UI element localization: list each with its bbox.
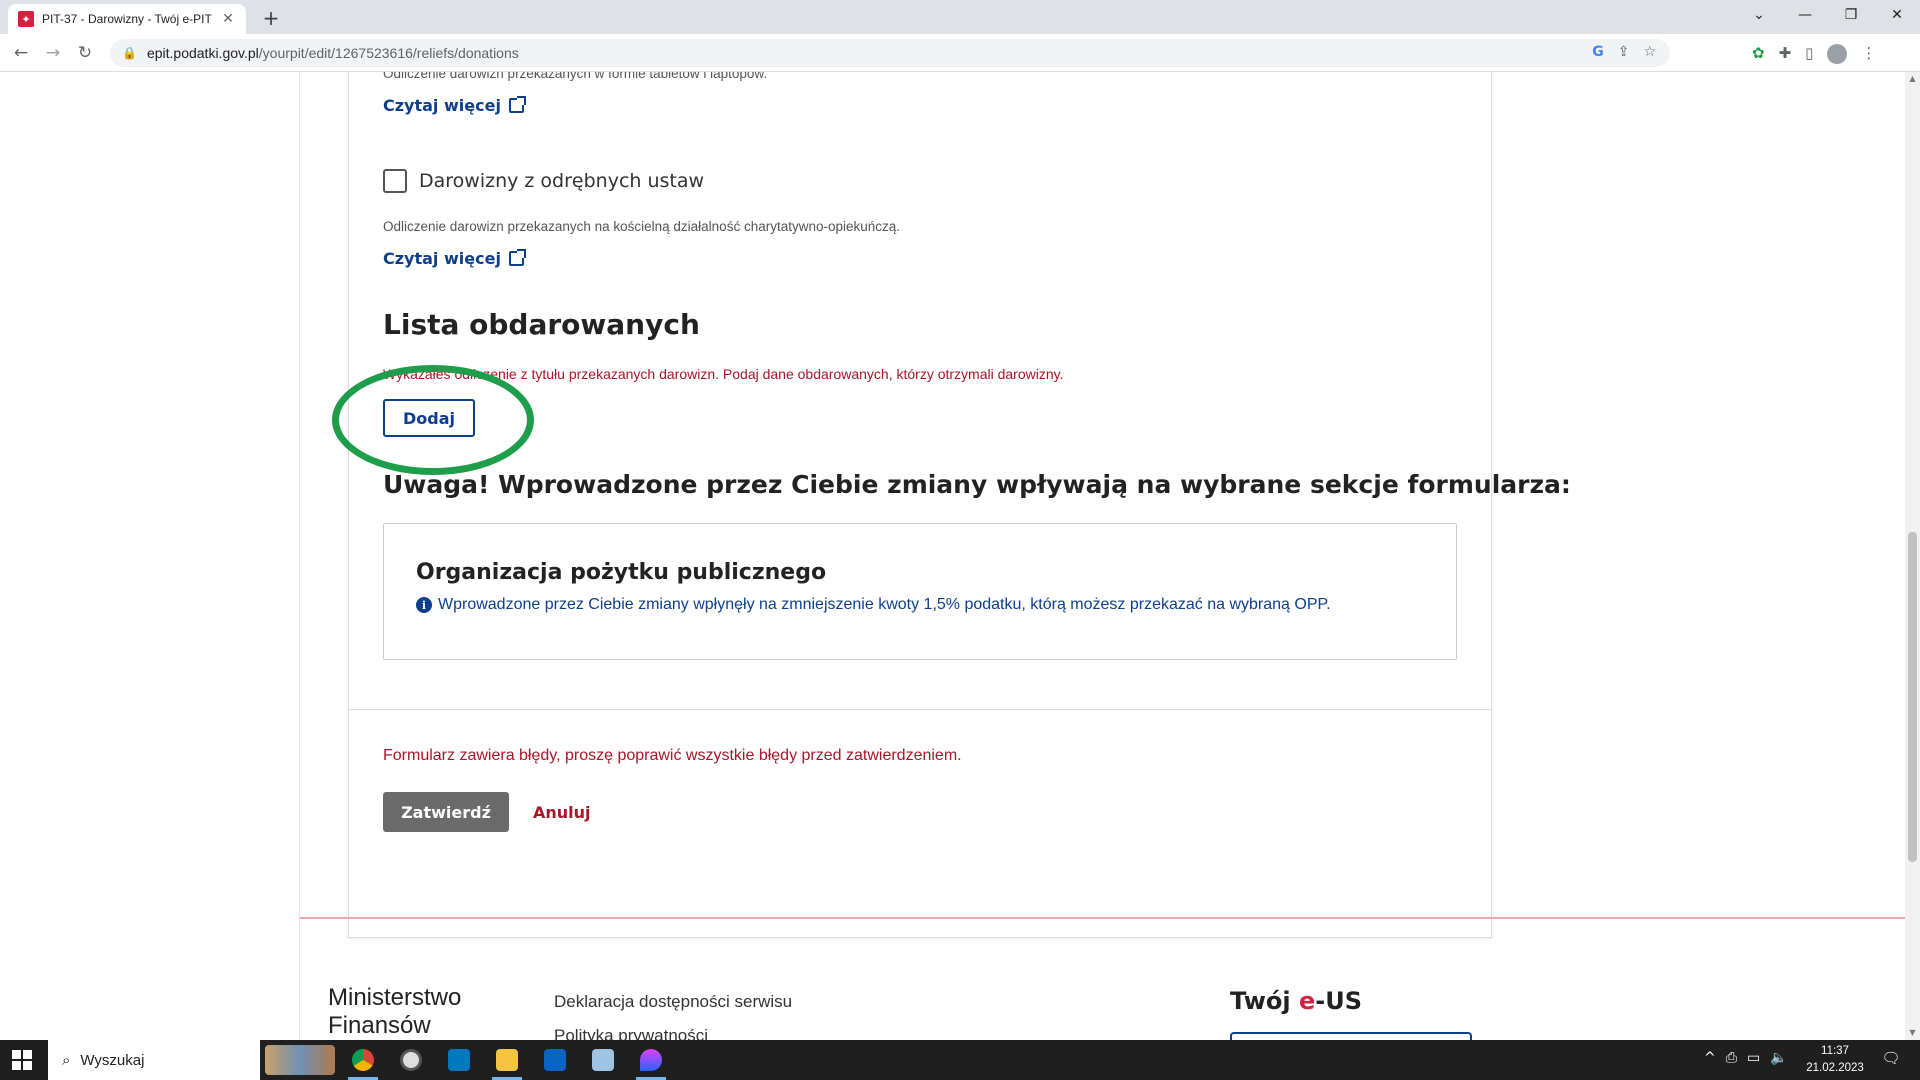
- footer-accessibility-link[interactable]: Deklaracja dostępności serwisu: [554, 992, 792, 1012]
- menu-kebab-icon[interactable]: ⋮: [1861, 44, 1876, 64]
- tray-device-icon[interactable]: ⎙: [1726, 1050, 1737, 1066]
- side-panel-icon[interactable]: ▯: [1805, 44, 1813, 64]
- form-card: [348, 72, 1492, 938]
- taskbar-search-text: Wyszukaj: [80, 1051, 145, 1069]
- volume-icon[interactable]: 🔈: [1770, 1050, 1787, 1066]
- prev-description: Odliczenie darowizn przekazanych w formi…: [383, 72, 768, 81]
- minimize-button[interactable]: —: [1782, 0, 1828, 30]
- tab-title: PIT-37 - Darowizny - Twój e-PIT: [42, 12, 212, 26]
- back-icon[interactable]: ←: [8, 40, 34, 66]
- checkbox-description: Odliczenie darowizn przekazanych na kośc…: [383, 219, 901, 234]
- restore-button[interactable]: ❐: [1828, 0, 1874, 30]
- address-bar[interactable]: 🔒 epit.podatki.gov.pl/yourpit/edit/12675…: [110, 39, 1670, 67]
- share-icon[interactable]: ⇪: [1618, 44, 1630, 60]
- separate-acts-checkbox[interactable]: [383, 169, 407, 193]
- notifications-icon[interactable]: 🗨: [1880, 1049, 1902, 1071]
- checkbox-row: Darowizny z odrębnych ustaw: [383, 169, 704, 193]
- taskbar-drop-app-icon[interactable]: [630, 1044, 672, 1080]
- windows-taskbar: ⌕ Wyszukaj ^ ⎙ ▭ 🔈 11:37 21.02.2023 🗨: [0, 1040, 1920, 1080]
- extension-leaf-icon[interactable]: ✿: [1752, 44, 1765, 64]
- recipients-heading: Lista obdarowanych: [383, 308, 700, 341]
- emblem-icon: ✦: [18, 11, 34, 27]
- cancel-link[interactable]: Anuluj: [533, 803, 591, 822]
- page-scrollbar[interactable]: ▲ ▼: [1905, 72, 1920, 1040]
- close-tab-icon[interactable]: ✕: [220, 11, 236, 27]
- browser-toolbar: ← → ↻ 🔒 epit.podatki.gov.pl/yourpit/edit…: [0, 34, 1920, 72]
- checkbox-label[interactable]: Darowizny z odrębnych ustaw: [419, 170, 704, 192]
- highlight-ring: [332, 365, 534, 475]
- scroll-up-icon[interactable]: ▲: [1905, 72, 1920, 86]
- eus-logo-text[interactable]: Twój e-US: [1230, 987, 1362, 1015]
- opp-section: Organizacja pożytku publicznego i Wprowa…: [383, 523, 1457, 660]
- forward-icon[interactable]: →: [40, 40, 66, 66]
- footer-eus-button[interactable]: [1230, 1032, 1472, 1040]
- read-more-link-1[interactable]: Czytaj więcej: [383, 96, 526, 115]
- section-divider: [348, 709, 1492, 710]
- submit-button[interactable]: Zatwierdź: [383, 792, 509, 832]
- profile-avatar[interactable]: [1827, 44, 1848, 64]
- lock-icon[interactable]: 🔒: [122, 46, 137, 60]
- taskbar-clock[interactable]: 11:37 21.02.2023: [1800, 1043, 1870, 1077]
- network-icon[interactable]: ▭: [1747, 1050, 1760, 1066]
- external-link-icon: [508, 249, 526, 266]
- tab-active[interactable]: ✦ PIT-37 - Darowizny - Twój e-PIT ✕: [8, 4, 246, 34]
- read-more-link-2[interactable]: Czytaj więcej: [383, 249, 526, 268]
- taskbar-trello-icon[interactable]: [438, 1044, 480, 1076]
- tab-search-icon[interactable]: ⌄: [1736, 0, 1782, 30]
- page-viewport: Odliczenie darowizn przekazanych w formi…: [0, 72, 1905, 1040]
- taskbar-explorer-icon[interactable]: [486, 1044, 528, 1080]
- new-tab-button[interactable]: +: [258, 6, 284, 32]
- external-link-icon: [508, 96, 526, 113]
- system-tray: ^ ⎙ ▭ 🔈: [1704, 1050, 1788, 1066]
- clock-time: 11:37: [1821, 1045, 1849, 1057]
- scroll-down-icon[interactable]: ▼: [1905, 1026, 1920, 1040]
- opp-info-text: Wprowadzone przez Ciebie zmiany wpłynęły…: [438, 596, 1331, 613]
- taskbar-clock-app-icon[interactable]: [390, 1044, 432, 1076]
- tray-chevron-icon[interactable]: ^: [1704, 1050, 1716, 1066]
- close-window-button[interactable]: ✕: [1874, 0, 1920, 30]
- clock-date: 21.02.2023: [1806, 1062, 1864, 1074]
- footer-privacy-link[interactable]: Polityka prywatności: [554, 1026, 708, 1040]
- left-pane: [0, 72, 300, 1040]
- opp-info: i Wprowadzone przez Ciebie zmiany wpłynę…: [416, 596, 1331, 614]
- taskbar-chrome-icon[interactable]: [342, 1044, 384, 1080]
- extensions-puzzle-icon[interactable]: ✚: [1779, 44, 1792, 64]
- warning-heading: Uwaga! Wprowadzone przez Ciebie zmiany w…: [383, 470, 1571, 499]
- scroll-thumb[interactable]: [1908, 532, 1917, 862]
- url-text: epit.podatki.gov.pl/yourpit/edit/1267523…: [146, 45, 519, 61]
- search-icon: ⌕: [62, 1051, 71, 1069]
- opp-title: Organizacja pożytku publicznego: [416, 560, 827, 585]
- footer-divider: [300, 917, 1905, 919]
- taskbar-outlook-icon[interactable]: [534, 1044, 576, 1076]
- ministry-logo-text[interactable]: Ministerstwo Finansów: [328, 984, 488, 1040]
- taskbar-widget-image[interactable]: [262, 1044, 338, 1076]
- bookmark-star-icon[interactable]: ☆: [1643, 44, 1656, 60]
- info-icon: i: [416, 597, 432, 613]
- taskbar-notepad-icon[interactable]: [582, 1044, 624, 1076]
- form-error: Formularz zawiera błędy, proszę poprawić…: [383, 747, 962, 764]
- google-icon[interactable]: G: [1592, 44, 1604, 60]
- tab-strip: ✦ PIT-37 - Darowizny - Twój e-PIT ✕ + ⌄ …: [0, 0, 1920, 34]
- taskbar-search[interactable]: ⌕ Wyszukaj: [48, 1040, 260, 1080]
- reload-icon[interactable]: ↻: [72, 40, 98, 66]
- windows-start-icon[interactable]: [12, 1050, 32, 1070]
